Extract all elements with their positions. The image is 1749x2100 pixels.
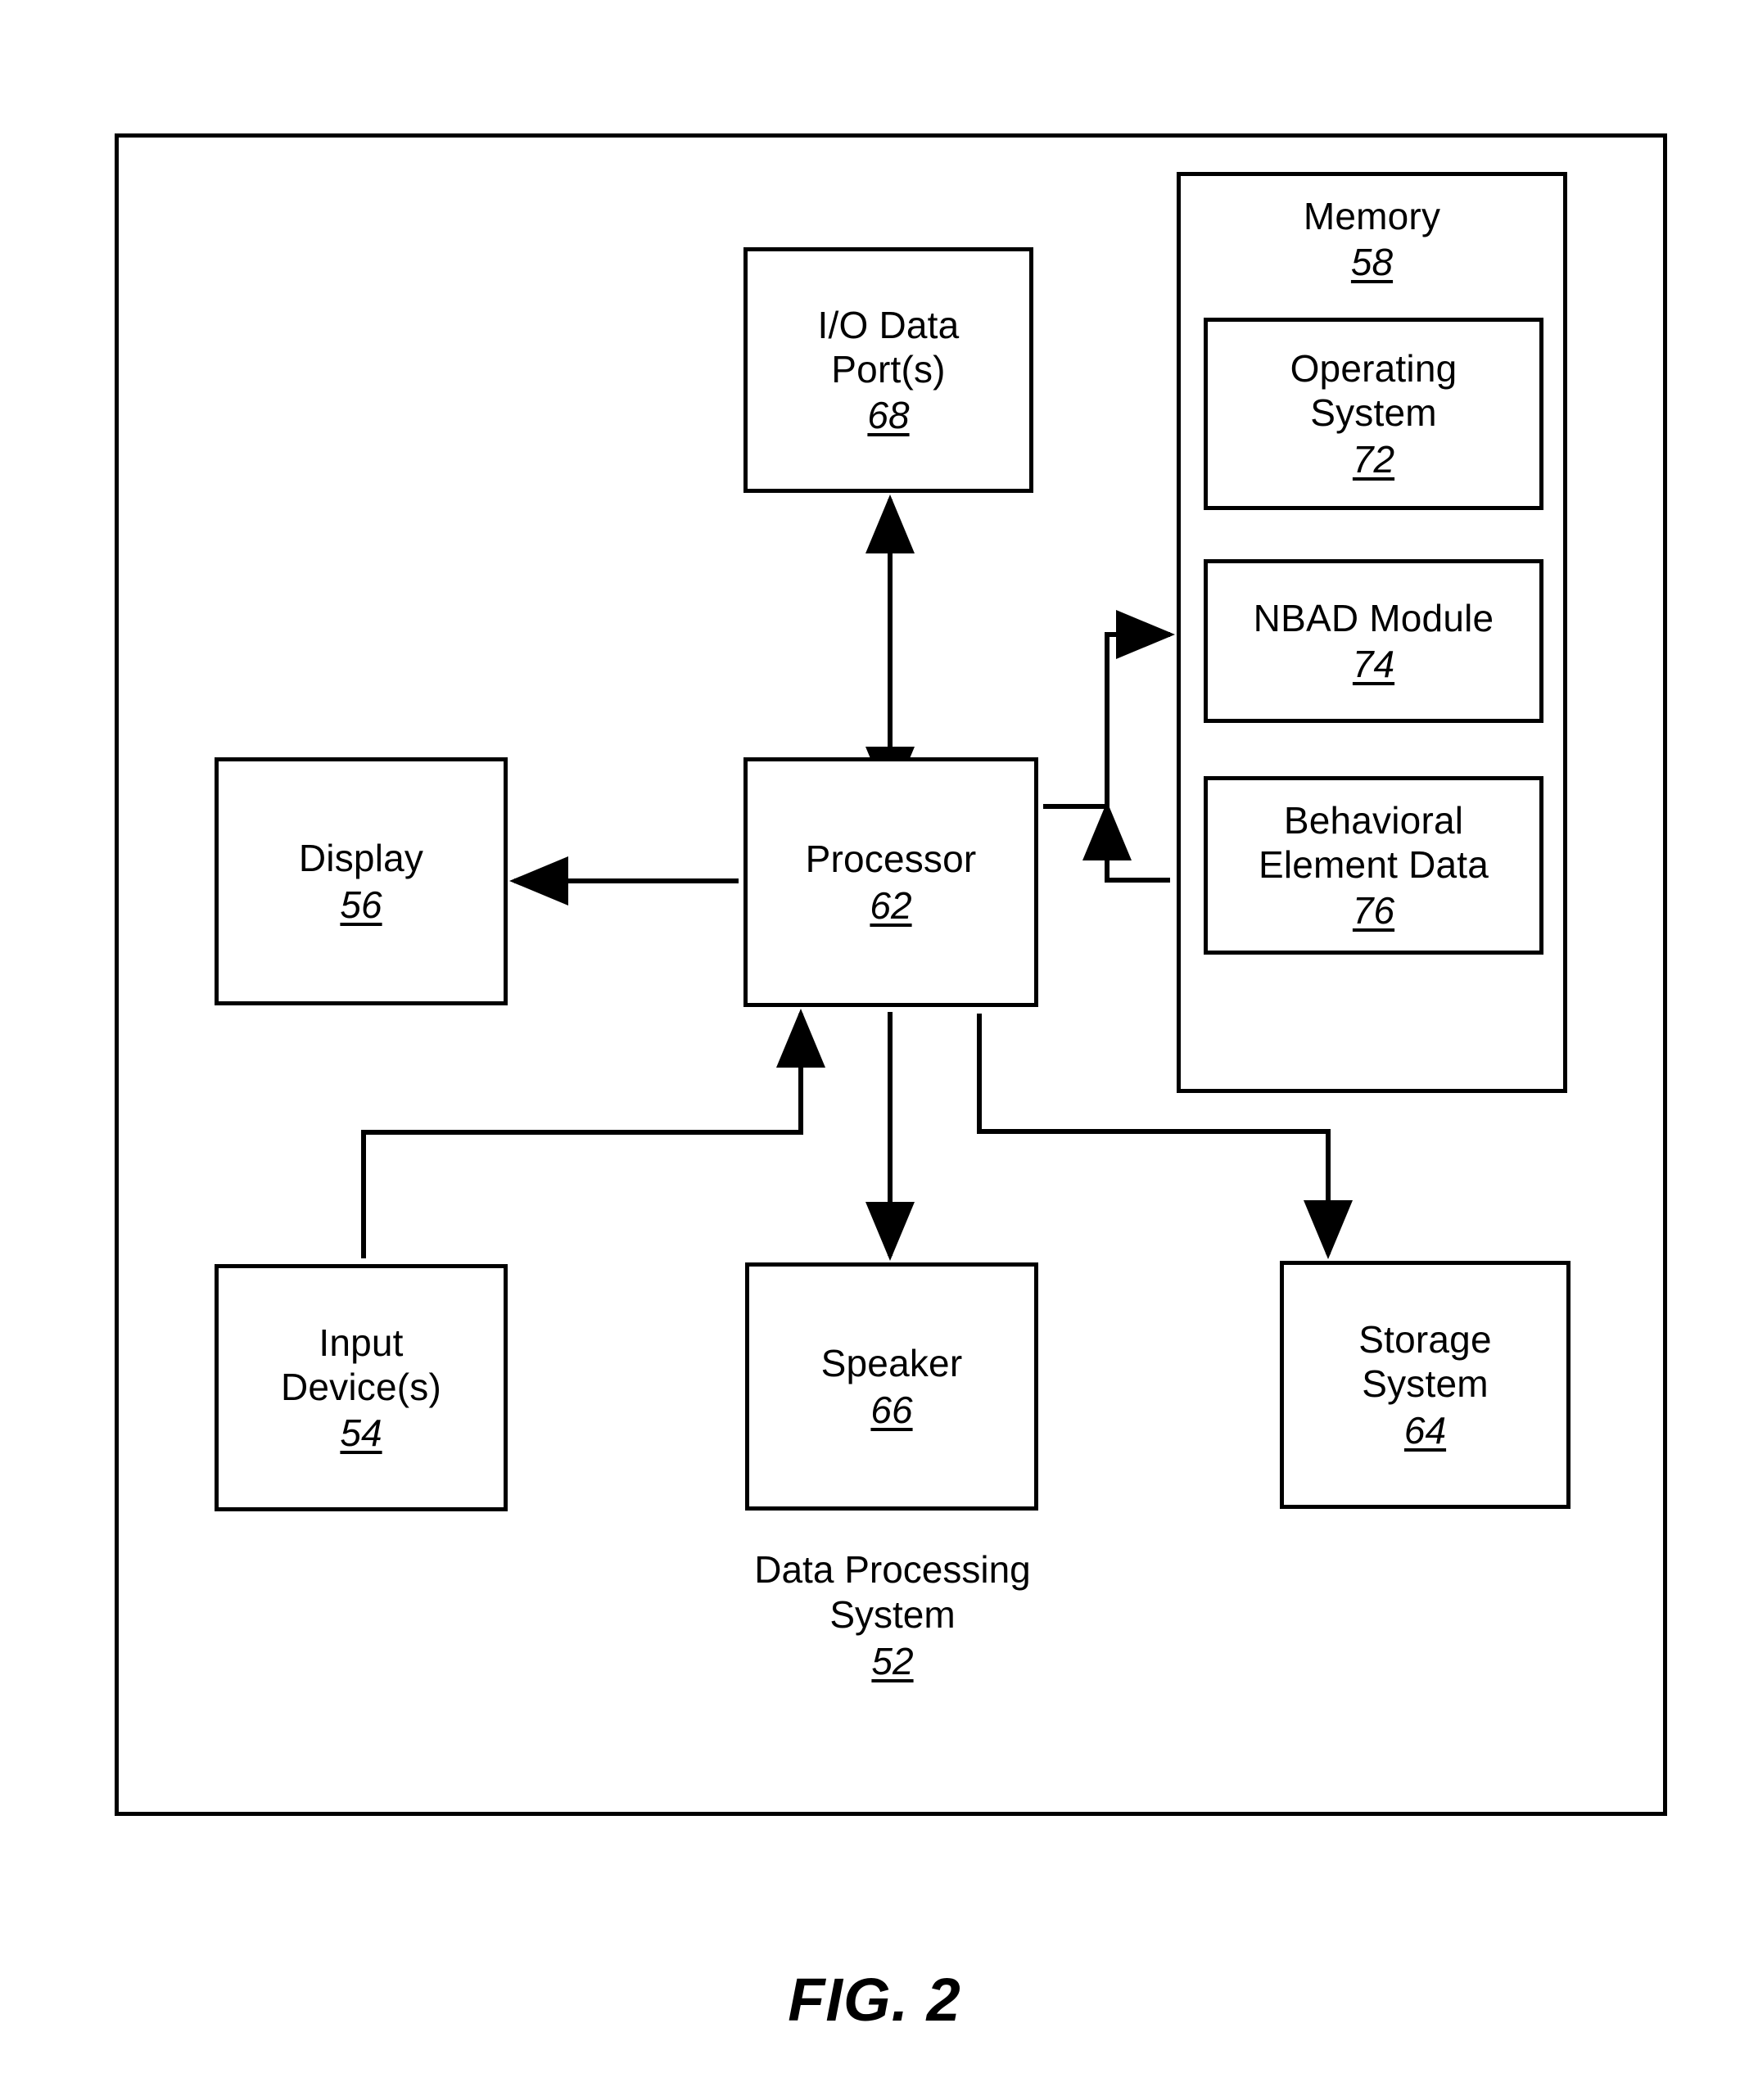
node-behavioral-element-data-ref: 76	[1352, 889, 1395, 933]
node-nbad-module-ref: 74	[1352, 643, 1395, 685]
node-storage-system-ref: 64	[1403, 1408, 1447, 1452]
node-storage-system-label-line2: System	[1362, 1362, 1489, 1406]
node-behavioral-element-data-label-line2: Element Data	[1258, 842, 1489, 886]
node-input-devices-ref: 54	[340, 1411, 382, 1455]
node-storage-system-label-line1: Storage	[1358, 1318, 1492, 1362]
node-io-data-ports: I/O Data Port(s) 68	[743, 247, 1033, 493]
system-caption-ref: 52	[871, 1640, 914, 1683]
node-display-label: Display	[298, 837, 424, 880]
node-processor: Processor 62	[743, 757, 1038, 1007]
node-operating-system-label-line2: System	[1310, 391, 1437, 435]
node-processor-ref: 62	[870, 883, 912, 927]
node-operating-system: Operating System 72	[1204, 318, 1543, 510]
system-caption-line1: Data Processing	[754, 1548, 1031, 1591]
node-display: Display 56	[215, 757, 508, 1005]
node-nbad-module-label: NBAD Module	[1253, 596, 1494, 639]
node-input-devices-label-line2: Device(s)	[280, 1365, 442, 1408]
node-input-devices-label-line1: Input	[319, 1321, 404, 1364]
system-caption: Data Processing System 52	[647, 1547, 1138, 1685]
node-speaker: Speaker 66	[745, 1262, 1038, 1511]
node-nbad-module: NBAD Module 74	[1204, 559, 1543, 723]
node-speaker-ref: 66	[870, 1388, 913, 1431]
node-operating-system-ref: 72	[1352, 437, 1395, 481]
node-memory-ref: 58	[1350, 241, 1394, 284]
node-io-data-ports-label-line1: I/O Data	[817, 303, 960, 346]
node-storage-system: Storage System 64	[1280, 1261, 1570, 1509]
patent-figure: I/O Data Port(s) 68 Memory 58 Operating …	[0, 0, 1749, 2100]
node-behavioral-element-data-label-line1: Behavioral	[1283, 798, 1464, 842]
node-operating-system-label-line1: Operating	[1290, 347, 1458, 391]
system-caption-line2: System	[829, 1593, 956, 1637]
node-display-ref: 56	[340, 883, 382, 926]
node-memory-label: Memory	[1303, 195, 1441, 237]
figure-caption: FIG. 2	[788, 1966, 961, 2034]
node-behavioral-element-data: Behavioral Element Data 76	[1204, 776, 1543, 955]
node-speaker-label: Speaker	[820, 1342, 963, 1385]
node-io-data-ports-ref: 68	[867, 394, 910, 437]
node-processor-label: Processor	[805, 838, 977, 881]
node-input-devices: Input Device(s) 54	[215, 1264, 508, 1511]
node-io-data-ports-label-line2: Port(s)	[831, 347, 946, 391]
